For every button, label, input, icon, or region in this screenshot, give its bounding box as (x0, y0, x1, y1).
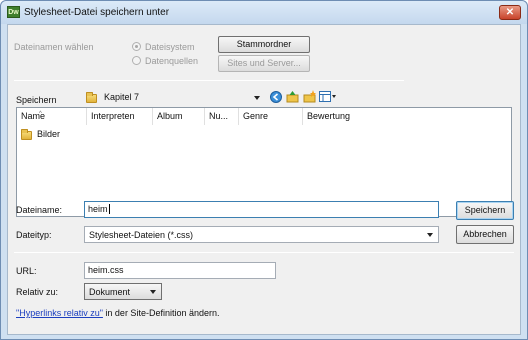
column-header-number[interactable]: Nu... (205, 108, 239, 125)
radio-filesystem-label: Dateisystem (145, 42, 195, 52)
cancel-button[interactable]: Abbrechen (456, 225, 514, 244)
footer-text: in der Site-Definition ändern. (102, 308, 220, 318)
column-header-name[interactable]: Name ^ (17, 108, 87, 125)
radio-datasources[interactable] (132, 56, 141, 65)
save-in-label: Speichern (16, 95, 57, 105)
list-item-label: Bilder (37, 129, 61, 139)
filetype-value: Stylesheet-Dateien (*.css) (89, 230, 194, 240)
title-bar[interactable]: Dw Stylesheet-Datei speichern unter ✕ (1, 1, 527, 24)
root-folder-button[interactable]: Stammordner (218, 36, 310, 53)
chevron-down-icon (150, 290, 156, 294)
save-button[interactable]: Speichern (456, 201, 514, 220)
divider-bottom (14, 252, 514, 253)
dialog-title: Stylesheet-Datei speichern unter (24, 7, 170, 18)
filename-label: Dateiname: (16, 205, 63, 215)
sites-servers-button[interactable]: Sites und Server... (218, 55, 310, 72)
filetype-select[interactable]: Stylesheet-Dateien (*.css) (84, 226, 439, 243)
folder-icon (21, 129, 32, 140)
radio-datasources-label: Datenquellen (145, 56, 199, 66)
dialog-body: Dateinamen wählen Dateisystem Datenquell… (7, 24, 521, 335)
footer-note: "Hyperlinks relativ zu" in der Site-Defi… (16, 308, 220, 318)
save-in-combo[interactable]: Kapitel 7 (84, 89, 264, 106)
view-menu-icon[interactable] (319, 90, 337, 103)
relative-to-label: Relativ zu: (16, 287, 59, 297)
column-header-rating[interactable]: Bewertung (303, 108, 383, 125)
folder-icon (86, 92, 97, 103)
save-dialog: Dw Stylesheet-Datei speichern unter ✕ Da… (0, 0, 528, 340)
back-icon[interactable] (270, 91, 282, 103)
list-item[interactable]: Bilder (19, 128, 99, 142)
hyperlinks-relative-link[interactable]: "Hyperlinks relativ zu" (16, 308, 103, 318)
text-caret (108, 204, 110, 214)
new-folder-icon[interactable] (303, 90, 316, 103)
divider-top (14, 80, 404, 81)
column-header-artist[interactable]: Interpreten (87, 108, 153, 125)
url-field[interactable]: heim.css (84, 262, 276, 279)
filename-input[interactable]: heim (84, 201, 439, 218)
relative-to-value: Dokument (89, 287, 131, 297)
filetype-label: Dateityp: (16, 230, 52, 240)
close-button[interactable]: ✕ (499, 5, 521, 20)
relative-to-select[interactable]: Dokument (84, 283, 162, 300)
source-label: Dateinamen wählen (14, 42, 94, 52)
chevron-down-icon (427, 233, 433, 237)
chevron-down-icon (254, 96, 260, 100)
column-header-album[interactable]: Album (153, 108, 205, 125)
column-header-genre[interactable]: Genre (239, 108, 303, 125)
radio-filesystem[interactable] (132, 42, 141, 51)
url-label: URL: (16, 266, 37, 276)
sort-ascending-icon: ^ (39, 111, 42, 117)
dreamweaver-app-icon: Dw (7, 6, 20, 18)
up-folder-icon[interactable] (286, 90, 299, 103)
save-in-value: Kapitel 7 (104, 92, 140, 102)
